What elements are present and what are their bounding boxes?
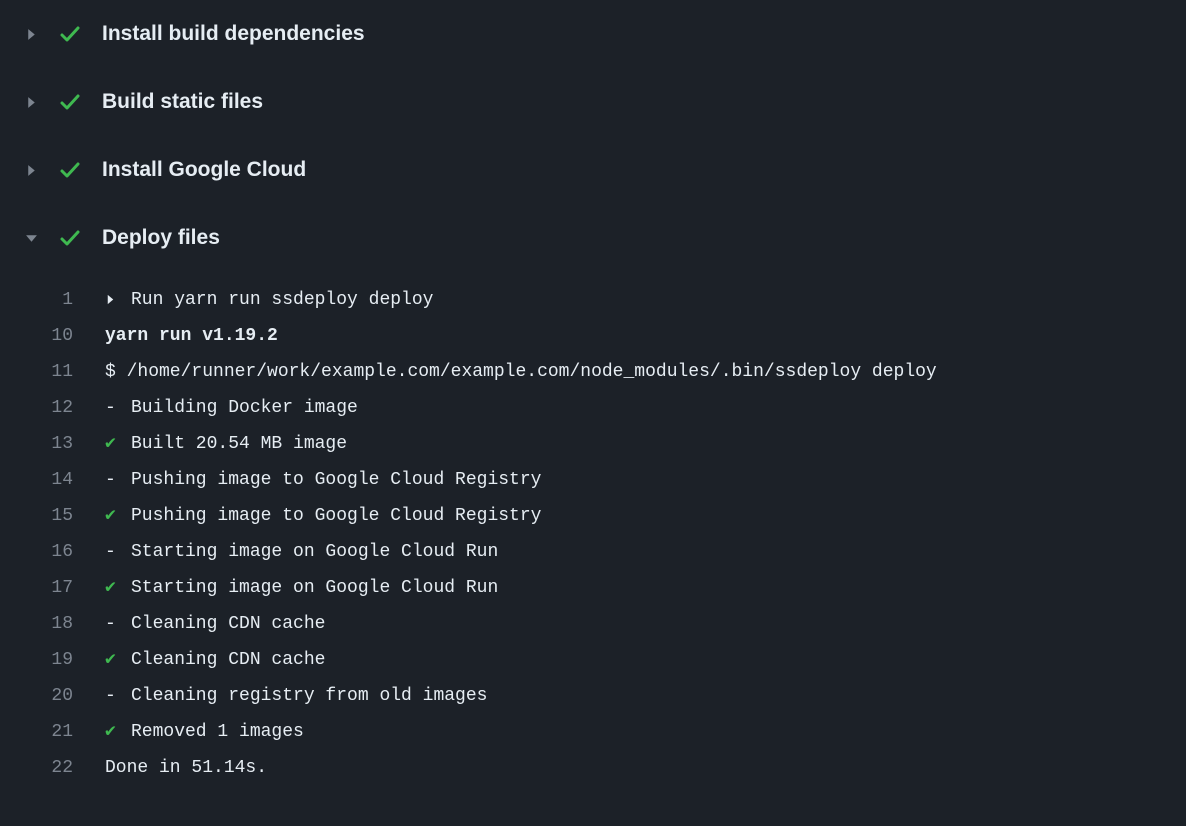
line-number: 19 bbox=[0, 642, 105, 678]
line-content: -Starting image on Google Cloud Run bbox=[105, 534, 498, 570]
chevron-right-icon bbox=[24, 27, 38, 41]
check-icon: ✔ bbox=[105, 570, 119, 606]
log-text: Building Docker image bbox=[131, 390, 358, 426]
line-content: Done in 51.14s. bbox=[105, 750, 267, 786]
log-line[interactable]: 10yarn run v1.19.2 bbox=[0, 318, 1186, 354]
line-number: 15 bbox=[0, 498, 105, 534]
log-text: yarn run v1.19.2 bbox=[105, 318, 278, 354]
log-line[interactable]: 18-Cleaning CDN cache bbox=[0, 606, 1186, 642]
log-line[interactable]: 12-Building Docker image bbox=[0, 390, 1186, 426]
line-number: 12 bbox=[0, 390, 105, 426]
log-text: Built 20.54 MB image bbox=[131, 426, 347, 462]
chevron-down-icon bbox=[24, 231, 38, 245]
log-text: Starting image on Google Cloud Run bbox=[131, 534, 498, 570]
line-content: ✔ Removed 1 images bbox=[105, 714, 304, 750]
check-icon: ✔ bbox=[105, 714, 119, 750]
chevron-right-icon bbox=[24, 163, 38, 177]
line-number: 18 bbox=[0, 606, 105, 642]
dash-icon: - bbox=[105, 606, 119, 642]
log-line[interactable]: 15✔ Pushing image to Google Cloud Registr… bbox=[0, 498, 1186, 534]
log-text: Removed 1 images bbox=[131, 714, 304, 750]
log-text: Cleaning registry from old images bbox=[131, 678, 487, 714]
line-number: 22 bbox=[0, 750, 105, 786]
line-content: -Cleaning registry from old images bbox=[105, 678, 487, 714]
step-header[interactable]: Build static files bbox=[0, 68, 1186, 136]
log-text: Done in 51.14s. bbox=[105, 750, 267, 786]
line-number: 14 bbox=[0, 462, 105, 498]
line-content: ✔ Pushing image to Google Cloud Registry bbox=[105, 498, 541, 534]
check-icon bbox=[58, 226, 82, 250]
log-line[interactable]: 19✔ Cleaning CDN cache bbox=[0, 642, 1186, 678]
line-content: ✔ Built 20.54 MB image bbox=[105, 426, 347, 462]
log-line[interactable]: 21✔ Removed 1 images bbox=[0, 714, 1186, 750]
check-icon bbox=[58, 90, 82, 114]
check-icon: ✔ bbox=[105, 426, 119, 462]
line-content: -Pushing image to Google Cloud Registry bbox=[105, 462, 541, 498]
log-line[interactable]: 22Done in 51.14s. bbox=[0, 750, 1186, 786]
line-content: ✔ Cleaning CDN cache bbox=[105, 642, 325, 678]
check-icon: ✔ bbox=[105, 642, 119, 678]
log-line[interactable]: 11$ /home/runner/work/example.com/exampl… bbox=[0, 354, 1186, 390]
chevron-right-icon bbox=[24, 95, 38, 109]
log-line[interactable]: 13✔ Built 20.54 MB image bbox=[0, 426, 1186, 462]
log-text: Cleaning CDN cache bbox=[131, 642, 325, 678]
step-header[interactable]: Deploy files bbox=[0, 204, 1186, 272]
log-text: Pushing image to Google Cloud Registry bbox=[131, 498, 541, 534]
line-content: -Cleaning CDN cache bbox=[105, 606, 325, 642]
dash-icon: - bbox=[105, 534, 119, 570]
log-line[interactable]: 16-Starting image on Google Cloud Run bbox=[0, 534, 1186, 570]
chevron-right-icon[interactable] bbox=[105, 294, 119, 305]
log-text: Pushing image to Google Cloud Registry bbox=[131, 462, 541, 498]
log-line[interactable]: 1 Run yarn run ssdeploy deploy bbox=[0, 282, 1186, 318]
line-content: Run yarn run ssdeploy deploy bbox=[105, 282, 433, 318]
line-number: 1 bbox=[0, 282, 105, 318]
dash-icon: - bbox=[105, 462, 119, 498]
log-line[interactable]: 17✔ Starting image on Google Cloud Run bbox=[0, 570, 1186, 606]
line-content: ✔ Starting image on Google Cloud Run bbox=[105, 570, 498, 606]
log-line[interactable]: 14-Pushing image to Google Cloud Registr… bbox=[0, 462, 1186, 498]
step-title: Install Google Cloud bbox=[102, 158, 306, 182]
step-title: Build static files bbox=[102, 90, 263, 114]
step-title: Install build dependencies bbox=[102, 22, 365, 46]
dash-icon: - bbox=[105, 678, 119, 714]
line-number: 16 bbox=[0, 534, 105, 570]
check-icon: ✔ bbox=[105, 498, 119, 534]
line-content: $ /home/runner/work/example.com/example.… bbox=[105, 354, 937, 390]
line-number: 17 bbox=[0, 570, 105, 606]
step-header[interactable]: Install Google Cloud bbox=[0, 136, 1186, 204]
line-number: 13 bbox=[0, 426, 105, 462]
step-header[interactable]: Install build dependencies bbox=[0, 0, 1186, 68]
check-icon bbox=[58, 158, 82, 182]
log-text: $ /home/runner/work/example.com/example.… bbox=[105, 354, 937, 390]
log-text: Starting image on Google Cloud Run bbox=[131, 570, 498, 606]
log-output: 1Run yarn run ssdeploy deploy10yarn run … bbox=[0, 272, 1186, 786]
line-number: 21 bbox=[0, 714, 105, 750]
line-content: -Building Docker image bbox=[105, 390, 358, 426]
log-line[interactable]: 20-Cleaning registry from old images bbox=[0, 678, 1186, 714]
line-number: 11 bbox=[0, 354, 105, 390]
log-text: Run yarn run ssdeploy deploy bbox=[131, 282, 433, 318]
line-number: 20 bbox=[0, 678, 105, 714]
dash-icon: - bbox=[105, 390, 119, 426]
check-icon bbox=[58, 22, 82, 46]
line-content: yarn run v1.19.2 bbox=[105, 318, 278, 354]
step-title: Deploy files bbox=[102, 226, 220, 250]
log-text: Cleaning CDN cache bbox=[131, 606, 325, 642]
line-number: 10 bbox=[0, 318, 105, 354]
